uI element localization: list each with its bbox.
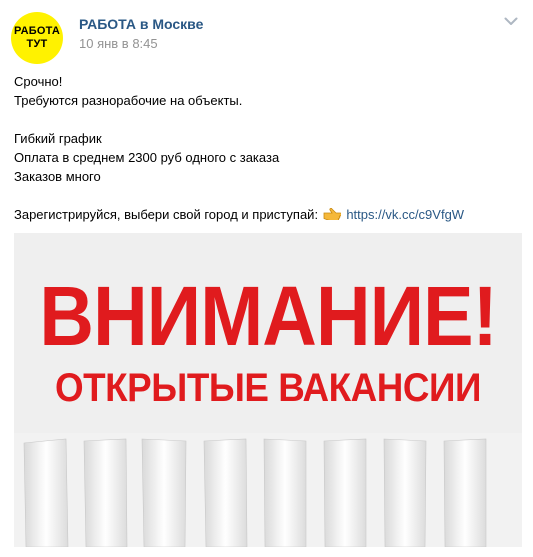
paper-strips-decoration (14, 433, 522, 547)
post-text-line-cta: Зарегистрируйся, выбери свой город и при… (14, 205, 514, 224)
post-text-gap (14, 110, 514, 129)
post-text-line: Заказов много (14, 169, 101, 184)
post-author-link[interactable]: РАБОТА в Москве (79, 16, 203, 32)
post-text-cta: Зарегистрируйся, выбери свой город и при… (14, 207, 319, 222)
pointing-hand-icon (323, 208, 341, 220)
post-text-line: Оплата в среднем 2300 руб одного с заказ… (14, 150, 280, 165)
avatar[interactable]: РАБОТА ТУТ (11, 12, 63, 64)
post-menu-button[interactable] (501, 14, 521, 28)
post-text-gap (14, 186, 514, 205)
post-image[interactable]: ВНИМАНИЕ! ОТКРЫТЫЕ ВАКАНСИИ (14, 233, 522, 547)
post-text-line: Срочно! (14, 74, 63, 89)
avatar-line-2: ТУТ (26, 38, 48, 50)
post-text-line: Гибкий график (14, 131, 102, 146)
banner-title: ВНИМАНИЕ! (39, 269, 497, 363)
wall-post: РАБОТА ТУТ РАБОТА в Москве 10 янв в 8:45… (0, 0, 533, 557)
avatar-line-1: РАБОТА (14, 25, 60, 37)
post-link[interactable]: https://vk.cc/c9VfgW (346, 207, 464, 222)
banner-subtitle: ОТКРЫТЫЕ ВАКАНСИИ (54, 366, 481, 410)
post-date-link[interactable]: 10 янв в 8:45 (79, 36, 158, 51)
chevron-down-icon (504, 17, 518, 25)
post-text-line: Требуются разнорабочие на объекты. (14, 93, 243, 108)
post-text: Срочно! Требуются разнорабочие на объект… (14, 72, 514, 224)
